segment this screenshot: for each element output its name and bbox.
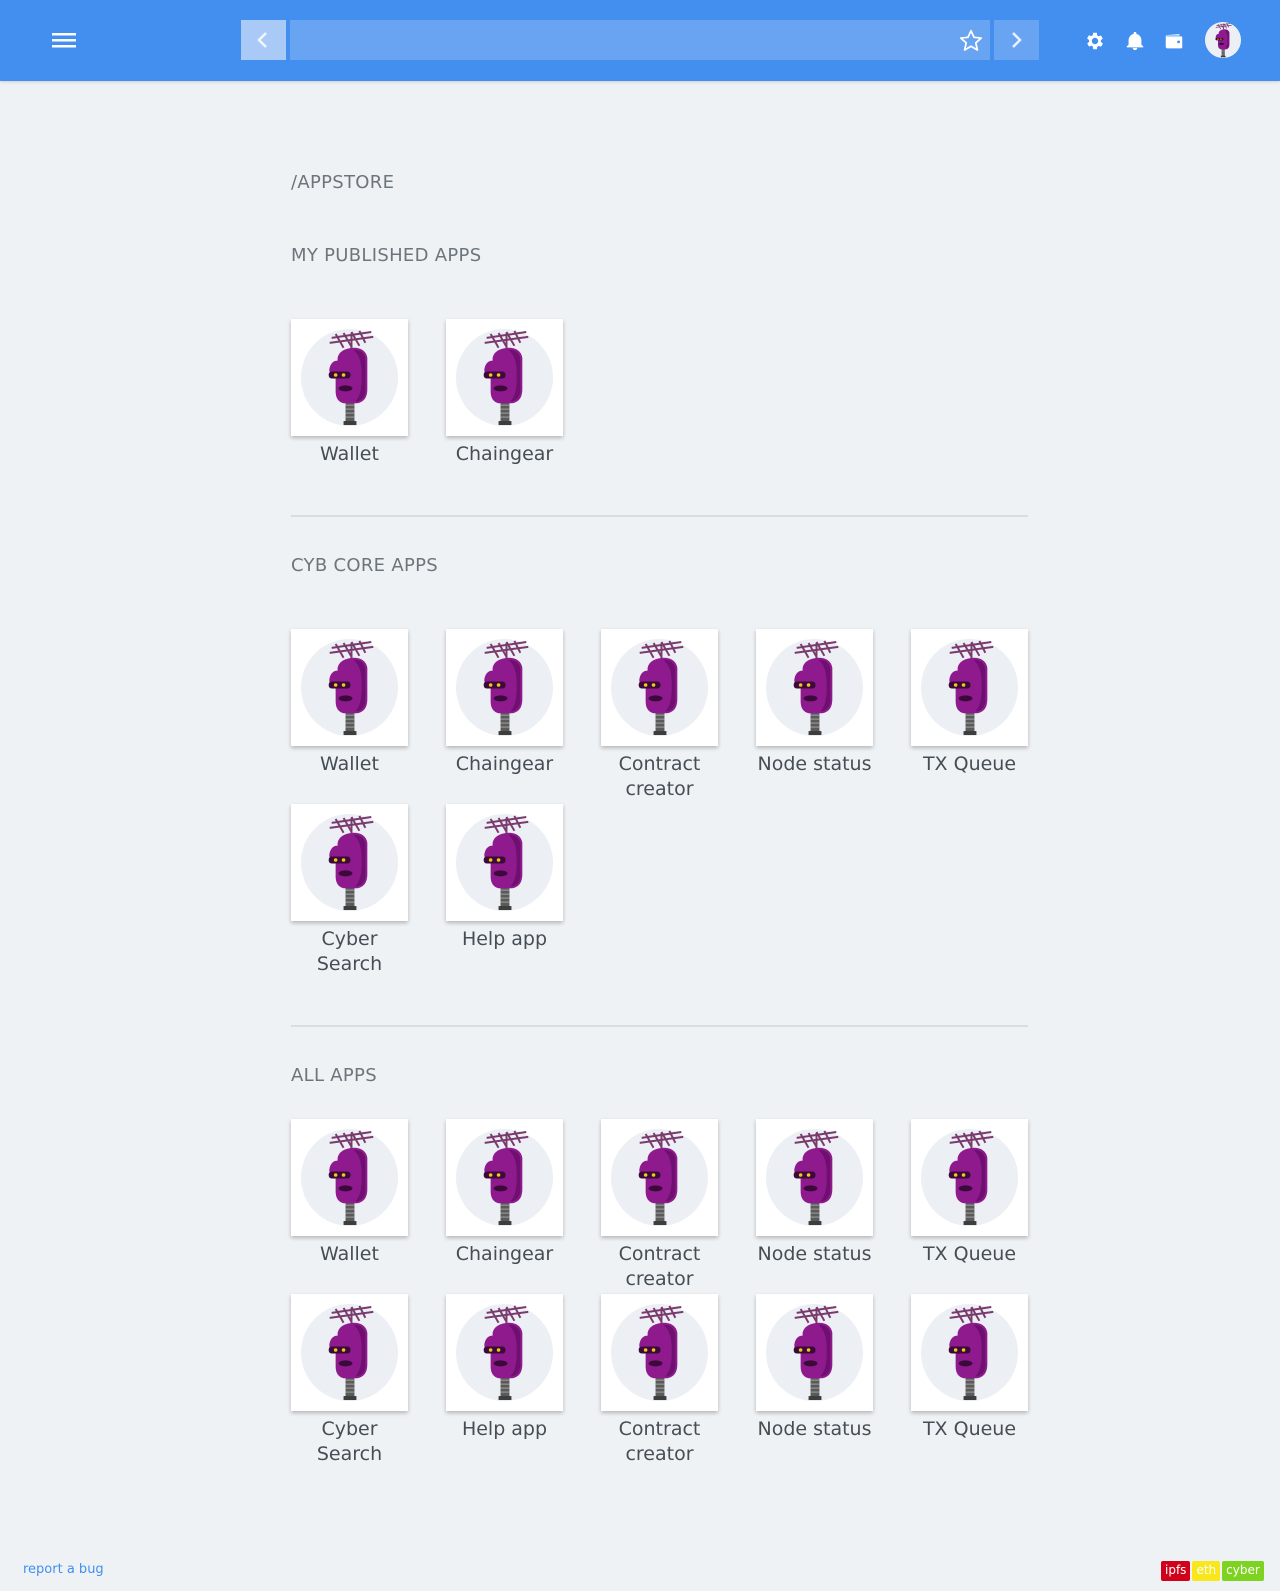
- robot-app-icon: [455, 813, 554, 912]
- robot-app-icon: [300, 813, 399, 912]
- app-icon-frame: [446, 629, 563, 746]
- app-tile[interactable]: Wallet: [291, 319, 408, 467]
- robot-app-icon: [610, 1303, 709, 1402]
- app-tile[interactable]: Node status: [756, 629, 873, 777]
- star-icon[interactable]: [958, 28, 984, 54]
- report-bug-link[interactable]: report a bug: [23, 1562, 104, 1577]
- app-icon-frame: [911, 1294, 1028, 1411]
- menu-icon[interactable]: [47, 25, 81, 55]
- app-name: Wallet: [320, 753, 379, 775]
- app-tile[interactable]: Contract creator: [601, 1119, 718, 1292]
- app-tile[interactable]: Chaingear: [446, 1119, 563, 1267]
- section-title-core: CYB CORE APPS: [291, 555, 439, 576]
- app-icon-frame: [756, 629, 873, 746]
- robot-app-icon: [455, 1128, 554, 1227]
- app-icon-frame: [446, 1294, 563, 1411]
- app-tile[interactable]: Contract creator: [601, 1294, 718, 1467]
- app-icon-frame: [291, 629, 408, 746]
- avatar[interactable]: [1205, 22, 1241, 58]
- app-icon-frame: [756, 1119, 873, 1236]
- app-name: TX Queue: [922, 1418, 1017, 1440]
- robot-app-icon: [300, 638, 399, 737]
- app-name: Node status: [757, 753, 872, 775]
- app-icon-frame: [601, 1294, 718, 1411]
- app-name: Contract creator: [618, 1418, 701, 1465]
- section-title-all: ALL APPS: [291, 1065, 377, 1086]
- app-tile[interactable]: Cyber Search: [291, 804, 408, 977]
- bell-icon[interactable]: [1124, 30, 1146, 52]
- robot-app-icon: [610, 638, 709, 737]
- robot-app-icon: [455, 638, 554, 737]
- app-name: Chaingear: [455, 443, 554, 465]
- app-name: Help app: [461, 1418, 548, 1440]
- robot-app-icon: [765, 1128, 864, 1227]
- app-icon-frame: [291, 804, 408, 921]
- app-icon-frame: [756, 1294, 873, 1411]
- app-name: Cyber Search: [316, 1418, 383, 1465]
- robot-app-icon: [300, 328, 399, 427]
- section-title-my-published: MY PUBLISHED APPS: [291, 245, 482, 266]
- app-name: Cyber Search: [316, 928, 383, 975]
- app-icon-frame: [291, 319, 408, 436]
- page-title: /APPSTORE: [291, 172, 395, 193]
- app-icon-frame: [446, 1119, 563, 1236]
- back-button[interactable]: [241, 20, 286, 60]
- app-tile[interactable]: TX Queue: [911, 1294, 1028, 1442]
- app-tile[interactable]: Cyber Search: [291, 1294, 408, 1467]
- divider: [291, 515, 1028, 517]
- badge-cyber[interactable]: cyber: [1222, 1561, 1264, 1581]
- app-name: Chaingear: [455, 753, 554, 775]
- app-tile[interactable]: Node status: [756, 1294, 873, 1442]
- gear-icon[interactable]: [1084, 30, 1106, 52]
- robot-app-icon: [765, 1303, 864, 1402]
- app-name: TX Queue: [922, 1243, 1017, 1265]
- address-input[interactable]: [290, 20, 990, 60]
- app-name: Contract creator: [618, 753, 701, 800]
- app-name: Help app: [461, 928, 548, 950]
- app-name: Node status: [757, 1418, 872, 1440]
- robot-app-icon: [765, 638, 864, 737]
- robot-app-icon: [920, 1303, 1019, 1402]
- robot-app-icon: [300, 1128, 399, 1227]
- app-tile[interactable]: TX Queue: [911, 629, 1028, 777]
- badge-ipfs[interactable]: ipfs: [1161, 1561, 1191, 1581]
- robot-app-icon: [920, 1128, 1019, 1227]
- badge-eth[interactable]: eth: [1192, 1561, 1221, 1581]
- app-tile[interactable]: Node status: [756, 1119, 873, 1267]
- app-icon-frame: [291, 1294, 408, 1411]
- app-tile[interactable]: Chaingear: [446, 319, 563, 467]
- app-icon-frame: [446, 319, 563, 436]
- app-name: Wallet: [320, 1243, 379, 1265]
- app-name: TX Queue: [922, 753, 1017, 775]
- robot-app-icon: [455, 1303, 554, 1402]
- app-tile[interactable]: Wallet: [291, 1119, 408, 1267]
- app-icon-frame: [291, 1119, 408, 1236]
- app-tile[interactable]: Help app: [446, 804, 563, 952]
- app-tile[interactable]: Chaingear: [446, 629, 563, 777]
- app-name: Wallet: [320, 443, 379, 465]
- app-icon-frame: [911, 1119, 1028, 1236]
- app-name: Contract creator: [618, 1243, 701, 1290]
- app-tile[interactable]: Contract creator: [601, 629, 718, 802]
- divider: [291, 1025, 1028, 1027]
- app-name: Chaingear: [455, 1243, 554, 1265]
- app-icon-frame: [446, 804, 563, 921]
- app-icon-frame: [911, 629, 1028, 746]
- top-bar: [0, 0, 1280, 81]
- app-name: Node status: [757, 1243, 872, 1265]
- network-badges: ipfs eth cyber: [1161, 1561, 1264, 1581]
- forward-button[interactable]: [994, 20, 1039, 60]
- app-tile[interactable]: TX Queue: [911, 1119, 1028, 1267]
- app-tile[interactable]: Wallet: [291, 629, 408, 777]
- wallet-icon[interactable]: [1163, 30, 1185, 52]
- app-tile[interactable]: Help app: [446, 1294, 563, 1442]
- app-icon-frame: [601, 629, 718, 746]
- robot-app-icon: [610, 1128, 709, 1227]
- app-icon-frame: [601, 1119, 718, 1236]
- robot-app-icon: [300, 1303, 399, 1402]
- robot-app-icon: [455, 328, 554, 427]
- robot-app-icon: [920, 638, 1019, 737]
